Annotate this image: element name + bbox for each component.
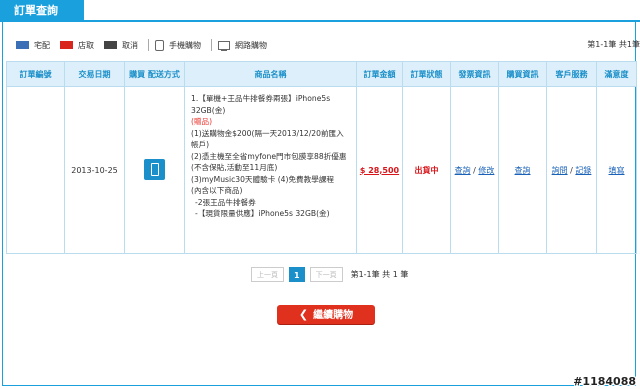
legend: 宅配 店取 取消 手機購物 網路購物 xyxy=(16,39,277,51)
current-page[interactable]: 1 xyxy=(289,267,305,282)
tab-bar: 訂單查詢 xyxy=(0,0,640,22)
satisfaction-fill-link[interactable]: 填寫 xyxy=(609,166,625,175)
col-satisfaction: 滿意度 xyxy=(596,61,637,87)
col-date: 交易日期 xyxy=(64,61,125,87)
monitor-icon xyxy=(218,40,230,51)
home-delivery-swatch xyxy=(16,41,29,49)
result-count: 第1-1筆 共1筆 xyxy=(587,40,640,49)
invoice-edit-link[interactable]: 修改 xyxy=(478,166,494,175)
col-invoice: 發票資訊 xyxy=(450,61,499,87)
col-order-no: 訂單編號 xyxy=(6,61,65,87)
order-table: 訂單編號 交易日期 購買 配送方式 商品名稱 訂單金額 訂單狀態 發票資訊 購買… xyxy=(6,61,637,254)
invoice-cell: 查詢 / 修改 xyxy=(450,86,499,254)
table-row: 2013-10-25 1.【單機+王品牛排餐券兩張】iPhone5s 32GB(… xyxy=(6,86,637,254)
watermark: #1184088 xyxy=(573,375,636,388)
service-cell: 詢問 / 記錄 xyxy=(546,86,597,254)
store-pickup-swatch xyxy=(60,41,73,49)
service-ask-link[interactable]: 詢問 xyxy=(552,166,568,175)
invoice-query-link[interactable]: 查詢 xyxy=(455,166,471,175)
amount-cell: $ 28,500 xyxy=(356,86,403,254)
order-amount[interactable]: $ 28,500 xyxy=(360,166,399,175)
col-product: 商品名稱 xyxy=(184,61,357,87)
legend-divider xyxy=(211,39,212,51)
delivery-cell xyxy=(124,86,185,254)
legend-divider xyxy=(148,39,149,51)
continue-shopping-button[interactable]: ❮ 繼續購物 xyxy=(277,305,375,324)
legend-store-pickup: 店取 xyxy=(60,40,94,51)
col-service: 客戶服務 xyxy=(546,61,597,87)
purchase-query-link[interactable]: 查詢 xyxy=(515,166,531,175)
pagination: 上一頁 1 下一頁 第1-1筆 共 1 筆 xyxy=(251,267,408,282)
prev-page-button[interactable]: 上一頁 xyxy=(251,267,284,282)
order-date: 2013-10-25 xyxy=(64,86,125,254)
legend-home-delivery: 宅配 xyxy=(16,40,50,51)
order-no-cell xyxy=(6,86,65,254)
status-cell: 出貨中 xyxy=(402,86,451,254)
col-purchase: 購買資訊 xyxy=(498,61,547,87)
legend-cancelled: 取消 xyxy=(104,40,138,51)
page-info: 第1-1筆 共 1 筆 xyxy=(350,270,409,279)
table-header-row: 訂單編號 交易日期 購買 配送方式 商品名稱 訂單金額 訂單狀態 發票資訊 購買… xyxy=(6,61,637,87)
satisfaction-cell: 填寫 xyxy=(596,86,637,254)
gift-label: (贈品) xyxy=(191,117,213,126)
col-amount: 訂單金額 xyxy=(356,61,403,87)
mobile-icon xyxy=(155,39,164,51)
mobile-order-icon xyxy=(144,158,165,180)
chevron-left-icon: ❮ xyxy=(298,308,309,321)
service-record-link[interactable]: 記錄 xyxy=(575,166,591,175)
col-delivery: 購買 配送方式 xyxy=(124,61,185,87)
purchase-cell: 查詢 xyxy=(498,86,547,254)
next-page-button[interactable]: 下一頁 xyxy=(309,267,343,282)
legend-web-shopping: 網路購物 xyxy=(218,40,267,51)
legend-mobile-shopping: 手機購物 xyxy=(155,39,201,51)
cancelled-swatch xyxy=(104,41,117,49)
col-status: 訂單狀態 xyxy=(402,61,451,87)
order-status: 出貨中 xyxy=(414,165,439,175)
tab-order-query[interactable]: 訂單查詢 xyxy=(0,0,84,22)
product-description: 1.【單機+王品牛排餐券兩張】iPhone5s 32GB(金) (贈品) (1)… xyxy=(184,86,357,254)
